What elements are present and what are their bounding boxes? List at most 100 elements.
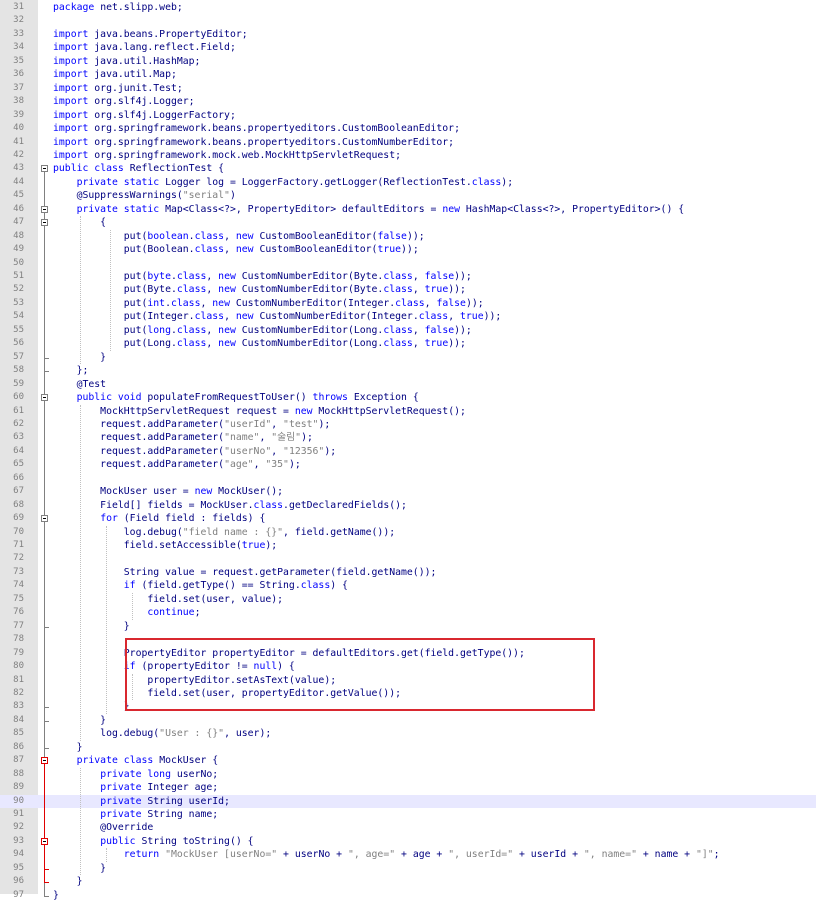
- code-line[interactable]: 97}: [0, 889, 816, 902]
- code-line[interactable]: 61 MockHttpServletRequest request = new …: [0, 405, 816, 418]
- fold-toggle-icon[interactable]: [41, 219, 48, 227]
- fold-toggle-icon[interactable]: [41, 515, 48, 523]
- code-token: "serial": [182, 190, 230, 202]
- code-line[interactable]: 66: [0, 472, 816, 485]
- code-line[interactable]: 91 private String name;: [0, 808, 816, 821]
- code-line[interactable]: 84 }: [0, 714, 816, 727]
- code-line[interactable]: 50: [0, 257, 816, 270]
- code-line[interactable]: 94 return "MockUser [userNo=" + userNo +…: [0, 848, 816, 861]
- code-line[interactable]: 69 for (Field field : fields) {: [0, 512, 816, 525]
- code-token: false: [424, 324, 455, 336]
- code-token: HashMap<Class<?>, PropertyEditor>() {: [460, 203, 685, 215]
- code-line[interactable]: 86 }: [0, 741, 816, 754]
- code-line[interactable]: 49 put(Boolean.class, new CustomBooleanE…: [0, 243, 816, 256]
- code-line[interactable]: 38 import org.slf4j.Logger;: [0, 95, 816, 108]
- code-line[interactable]: 76 continue;: [0, 606, 816, 619]
- code-line[interactable]: 53 put(int.class, new CustomNumberEditor…: [0, 297, 816, 310]
- code-line[interactable]: 31 package net.slipp.web;: [0, 1, 816, 14]
- code-line[interactable]: 56 put(Long.class, new CustomNumberEdito…: [0, 337, 816, 350]
- code-token: @SuppressWarnings(: [53, 190, 183, 202]
- code-token: new: [218, 324, 236, 336]
- code-line[interactable]: 51 put(byte.class, new CustomNumberEdito…: [0, 270, 816, 283]
- code-line[interactable]: 75 field.set(user, value);: [0, 593, 816, 606]
- code-line[interactable]: 65 request.addParameter("age", "35");: [0, 458, 816, 471]
- line-number: 53: [13, 297, 24, 308]
- code-line[interactable]: 85 log.debug("User : {}", user);: [0, 727, 816, 740]
- code-line[interactable]: 73 String value = request.getParameter(f…: [0, 566, 816, 579]
- code-line[interactable]: 52 put(Byte.class, new CustomNumberEdito…: [0, 283, 816, 296]
- fold-toggle-icon[interactable]: [41, 837, 48, 845]
- code-line[interactable]: 68 Field[] fields = MockUser.class.getDe…: [0, 499, 816, 512]
- code-token: ,: [253, 459, 266, 471]
- code-token: class: [418, 311, 449, 323]
- line-number: 94: [13, 849, 24, 860]
- code-line[interactable]: 93 public String toString() {: [0, 835, 816, 848]
- code-line[interactable]: 89 private Integer age;: [0, 781, 816, 794]
- code-line[interactable]: 95 }: [0, 862, 816, 875]
- line-number: 87: [13, 755, 24, 766]
- code-token: "User : {}": [159, 728, 225, 740]
- line-number: 69: [13, 513, 24, 524]
- code-line[interactable]: 96 }: [0, 875, 816, 888]
- code-line[interactable]: 63 request.addParameter("name", "술림");: [0, 431, 816, 444]
- code-token: CustomNumberEditor(Byte.: [235, 271, 384, 282]
- code-line[interactable]: 34 import java.lang.reflect.Field;: [0, 41, 816, 54]
- code-line[interactable]: 55 put(long.class, new CustomNumberEdito…: [0, 324, 816, 337]
- code-text: }: [53, 741, 83, 754]
- code-token: String toString() {: [135, 835, 254, 847]
- code-token: ,: [206, 284, 219, 296]
- code-line[interactable]: 62 request.addParameter("userId", "test"…: [0, 418, 816, 431]
- code-line[interactable]: 92 @Override: [0, 821, 816, 834]
- code-line[interactable]: 44 private static Logger log = LoggerFac…: [0, 176, 816, 189]
- fold-toggle-icon[interactable]: [41, 757, 48, 765]
- code-line[interactable]: 67 MockUser user = new MockUser();: [0, 485, 816, 498]
- code-line[interactable]: 32: [0, 14, 816, 27]
- code-line[interactable]: 46 private static Map<Class<?>, Property…: [0, 203, 816, 216]
- line-number: 42: [13, 149, 24, 160]
- code-line[interactable]: 90 private String userId;: [0, 794, 816, 808]
- code-line[interactable]: 87 private class MockUser {: [0, 754, 816, 767]
- code-line[interactable]: 42 import org.springframework.mock.web.Mo…: [0, 149, 816, 162]
- line-number: 43: [13, 163, 24, 174]
- code-line[interactable]: 60 public void populateFromRequestToUser…: [0, 391, 816, 404]
- line-number: 67: [13, 486, 24, 497]
- code-line[interactable]: 33 import java.beans.PropertyEditor;: [0, 28, 816, 41]
- code-line[interactable]: 58 };: [0, 364, 816, 377]
- code-line[interactable]: 74 if (field.getType() == String.class) …: [0, 579, 816, 592]
- code-token: net.slipp.web;: [94, 2, 183, 13]
- code-line[interactable]: 70 log.debug("field name : {}", field.ge…: [0, 526, 816, 539]
- code-line[interactable]: 71 field.setAccessible(true);: [0, 539, 816, 552]
- code-token: + userNo +: [277, 849, 348, 861]
- code-line[interactable]: 59 @Test: [0, 378, 816, 391]
- code-line[interactable]: 54 put(Integer.class, new CustomNumberEd…: [0, 310, 816, 323]
- code-line[interactable]: 48 put(boolean.class, new CustomBooleanE…: [0, 230, 816, 243]
- code-line[interactable]: 45 @SuppressWarnings("serial"): [0, 189, 816, 202]
- code-line[interactable]: 72: [0, 552, 816, 565]
- fold-toggle-icon[interactable]: [41, 165, 48, 173]
- code-line[interactable]: 40 import org.springframework.beans.prope…: [0, 122, 816, 135]
- indent-guide: [106, 525, 107, 714]
- code-line[interactable]: 41 import org.springframework.beans.prope…: [0, 136, 816, 149]
- code-token: ReflectionTest {: [123, 163, 225, 175]
- code-line[interactable]: 47 {: [0, 216, 816, 229]
- line-number: 65: [13, 459, 24, 470]
- code-line[interactable]: 88 private long userNo;: [0, 768, 816, 781]
- code-token: );: [288, 459, 301, 471]
- code-line[interactable]: 39 import org.slf4j.LoggerFactory;: [0, 109, 816, 122]
- code-line[interactable]: 37 import org.junit.Test;: [0, 82, 816, 95]
- code-editor[interactable]: 31 package net.slipp.web; 32 33 import java.…: [0, 0, 816, 901]
- code-line[interactable]: 64 request.addParameter("userNo", "12356…: [0, 445, 816, 458]
- code-token: field.setAccessible(: [53, 540, 242, 551]
- indent-guide: [80, 767, 81, 876]
- code-token: import: [53, 28, 89, 40]
- code-line[interactable]: 77 }: [0, 620, 816, 633]
- code-token: };: [53, 365, 89, 377]
- code-line[interactable]: 36 import java.util.Map;: [0, 68, 816, 81]
- code-token: new: [218, 338, 236, 350]
- code-line[interactable]: 57 }: [0, 351, 816, 364]
- fold-toggle-icon[interactable]: [41, 394, 48, 402]
- fold-toggle-icon[interactable]: [41, 205, 48, 213]
- code-line[interactable]: 35 import java.util.HashMap;: [0, 55, 816, 68]
- code-line[interactable]: 43 public class ReflectionTest {: [0, 162, 816, 175]
